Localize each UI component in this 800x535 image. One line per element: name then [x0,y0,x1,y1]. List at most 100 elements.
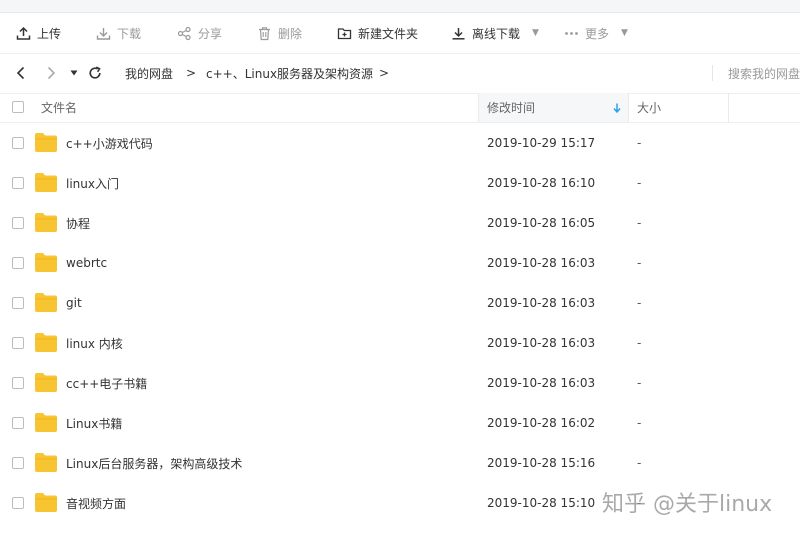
folder-icon [35,133,57,152]
modified-time: 2019-10-28 16:02 [487,416,596,430]
modified-time: 2019-10-28 15:10 [487,496,596,510]
offline-download-label: 离线下载 [472,26,521,41]
offline-download-button[interactable]: 离线下载 ▼ [451,13,539,53]
file-size: - [637,136,642,150]
row-checkbox[interactable] [12,457,24,469]
file-row[interactable]: webrtc 2019-10-28 16:03 - [0,243,800,283]
file-list-header: 文件名 修改时间 大小 [0,93,800,123]
modified-time: 2019-10-28 16:10 [487,176,596,190]
file-row[interactable]: git 2019-10-28 16:03 - [0,283,800,323]
more-dots-icon [565,31,578,35]
folder-icon [35,373,57,392]
delete-button[interactable]: 删除 [257,13,302,53]
upload-button[interactable]: 上传 [16,13,61,53]
breadcrumb-my-drive[interactable]: 我的网盘 [125,53,173,93]
file-name[interactable]: cc++电子书籍 [66,363,147,403]
share-icon [177,26,191,40]
modified-time: 2019-10-28 15:16 [487,456,596,470]
folder-icon [35,413,57,432]
file-name[interactable]: Linux书籍 [66,403,122,443]
offline-download-caret-icon[interactable]: ▼ [532,28,539,38]
download-label: 下载 [117,26,142,41]
more-caret-icon[interactable]: ▼ [621,28,628,38]
file-size: - [637,176,642,190]
back-button[interactable] [12,53,30,93]
file-name[interactable]: linux 内核 [66,323,123,363]
file-size: - [637,216,642,230]
file-name[interactable]: webrtc [66,243,107,283]
column-header-size[interactable]: 大小 [637,93,661,122]
folder-icon [35,173,57,192]
folder-icon [35,333,57,352]
file-size: - [637,456,642,470]
row-checkbox[interactable] [12,257,24,269]
row-checkbox[interactable] [12,177,24,189]
sort-descending-arrow-icon[interactable] [613,103,621,113]
row-checkbox[interactable] [12,137,24,149]
column-header-name[interactable]: 文件名 [41,93,77,122]
column-divider[interactable] [628,93,629,122]
modified-time: 2019-10-28 16:03 [487,376,596,390]
file-name[interactable]: linux入门 [66,163,119,203]
search-divider [712,65,713,81]
file-size: - [637,296,642,310]
file-row[interactable]: Linux后台服务器，架构高级技术 2019-10-28 15:16 - [0,443,800,483]
offline-download-icon [452,27,465,40]
more-button[interactable]: 更多 ▼ [564,13,628,53]
row-checkbox[interactable] [12,377,24,389]
select-all-checkbox[interactable] [12,101,24,113]
row-checkbox[interactable] [12,497,24,509]
file-row[interactable]: Linux书籍 2019-10-28 16:02 - [0,403,800,443]
file-row[interactable]: c++小游戏代码 2019-10-29 15:17 - [0,123,800,163]
window-top-strip [0,0,800,13]
row-checkbox[interactable] [12,417,24,429]
file-size: - [637,416,642,430]
folder-icon [35,453,57,472]
upload-icon [16,26,31,40]
modified-time: 2019-10-28 16:03 [487,296,596,310]
new-folder-label: 新建文件夹 [358,26,419,41]
more-label: 更多 [585,26,610,41]
download-button[interactable]: 下载 [96,13,141,53]
file-row[interactable]: linux 内核 2019-10-28 16:03 - [0,323,800,363]
row-checkbox[interactable] [12,217,24,229]
file-name[interactable]: 音视频方面 [66,483,126,523]
caret-down-icon [70,70,78,76]
share-label: 分享 [198,26,223,41]
navigation-bar: 我的网盘 > c++、Linux服务器及架构资源 > 搜索我的网盘 [0,53,800,94]
file-row[interactable]: cc++电子书籍 2019-10-28 16:03 - [0,363,800,403]
modified-time: 2019-10-28 16:05 [487,216,596,230]
search-input[interactable]: 搜索我的网盘 [728,53,800,93]
folder-icon [35,253,57,272]
column-divider[interactable] [728,93,729,122]
row-checkbox[interactable] [12,297,24,309]
toolbar: 上传 下载 分享 删除 新建文件夹 离线下载 ▼ 更多 ▼ [0,13,800,54]
history-dropdown-button[interactable] [67,53,81,93]
column-divider[interactable] [478,93,479,122]
trash-icon [259,26,270,40]
chevron-left-icon [16,66,25,80]
new-folder-button[interactable]: 新建文件夹 [337,13,418,53]
forward-button[interactable] [42,53,60,93]
share-button[interactable]: 分享 [177,13,222,53]
new-folder-icon [337,27,352,39]
file-size: - [637,336,642,350]
file-size: - [637,376,642,390]
breadcrumb-current-folder[interactable]: c++、Linux服务器及架构资源 [206,53,373,93]
modified-time: 2019-10-29 15:17 [487,136,596,150]
chevron-right-icon [47,66,56,80]
file-row[interactable]: linux入门 2019-10-28 16:10 - [0,163,800,203]
folder-icon [35,293,57,312]
row-checkbox[interactable] [12,337,24,349]
refresh-button[interactable] [86,53,104,93]
column-header-modified[interactable]: 修改时间 [487,93,535,122]
file-row[interactable]: 协程 2019-10-28 16:05 - [0,203,800,243]
file-name[interactable]: git [66,283,82,323]
file-name[interactable]: c++小游戏代码 [66,123,153,163]
file-name[interactable]: 协程 [66,203,90,243]
modified-time: 2019-10-28 16:03 [487,336,596,350]
delete-label: 删除 [278,26,303,41]
file-name[interactable]: Linux后台服务器，架构高级技术 [66,443,242,483]
download-icon [96,27,111,40]
folder-icon [35,213,57,232]
